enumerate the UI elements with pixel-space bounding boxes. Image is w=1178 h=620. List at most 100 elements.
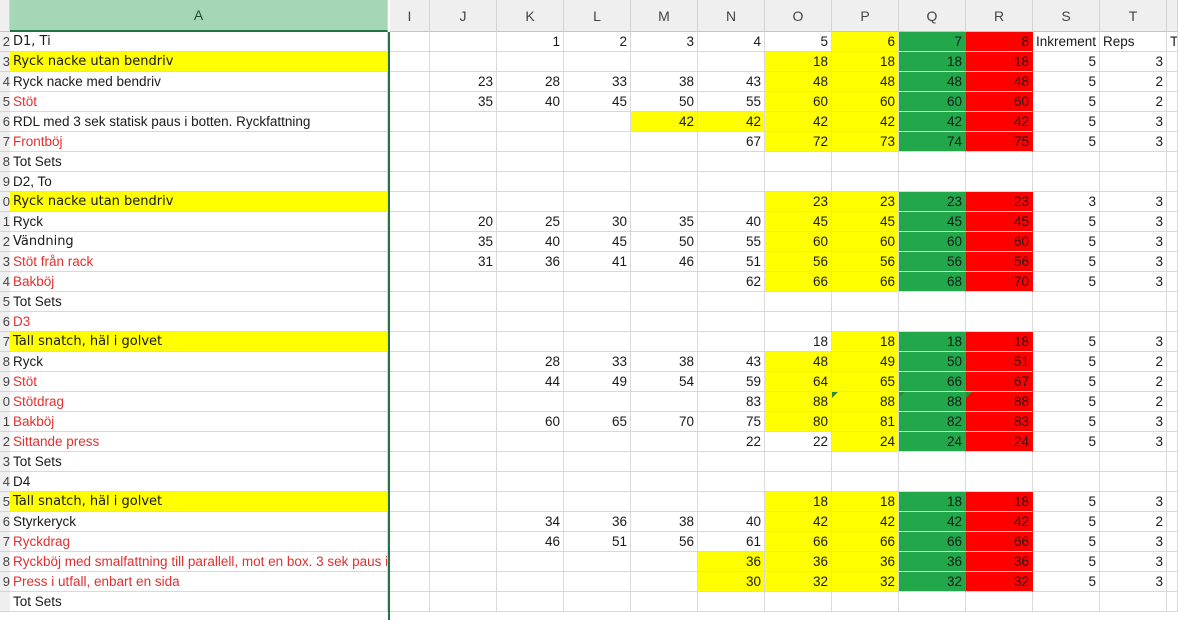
grid-cell-l[interactable] bbox=[564, 152, 631, 172]
grid-cell-r[interactable]: 70 bbox=[966, 272, 1033, 292]
grid-cell-j[interactable] bbox=[430, 352, 497, 372]
grid-cell-r[interactable]: 32 bbox=[966, 572, 1033, 592]
grid-cell-r[interactable] bbox=[966, 292, 1033, 312]
grid-cell-m[interactable] bbox=[631, 472, 698, 492]
grid-cell-l[interactable] bbox=[564, 52, 631, 72]
row-header[interactable]: 2 bbox=[0, 232, 10, 252]
grid-cell-m[interactable]: 35 bbox=[631, 212, 698, 232]
column-header-n[interactable]: N bbox=[698, 0, 765, 32]
grid-cell-o[interactable] bbox=[765, 292, 832, 312]
grid-cell-i[interactable] bbox=[390, 312, 430, 332]
grid-cell-i[interactable] bbox=[390, 172, 430, 192]
grid-cell-q[interactable]: 60 bbox=[899, 232, 966, 252]
grid-cell-o[interactable]: 45 bbox=[765, 212, 832, 232]
grid-cell-i[interactable] bbox=[390, 452, 430, 472]
grid-cell-k[interactable] bbox=[497, 592, 564, 612]
row-header[interactable]: 8 bbox=[0, 152, 10, 172]
grid-cell-o[interactable]: 60 bbox=[765, 92, 832, 112]
grid-cell-u[interactable] bbox=[1167, 172, 1178, 192]
grid-cell-p[interactable]: 56 bbox=[832, 252, 899, 272]
grid-cell-r[interactable]: 88 bbox=[966, 392, 1033, 412]
exercise-name-cell[interactable]: Vändning bbox=[10, 232, 388, 252]
grid-cell-q[interactable] bbox=[899, 452, 966, 472]
grid-cell-s[interactable]: 5 bbox=[1033, 212, 1100, 232]
grid-cell-p[interactable]: 36 bbox=[832, 552, 899, 572]
grid-cell-l[interactable] bbox=[564, 172, 631, 192]
grid-cell-m[interactable] bbox=[631, 492, 698, 512]
grid-cell-u[interactable] bbox=[1167, 132, 1178, 152]
grid-cell-l[interactable] bbox=[564, 112, 631, 132]
grid-cell-u[interactable] bbox=[1167, 392, 1178, 412]
grid-cell-l[interactable]: 45 bbox=[564, 92, 631, 112]
grid-cell-n[interactable]: 43 bbox=[698, 352, 765, 372]
grid-cell-k[interactable] bbox=[497, 272, 564, 292]
grid-cell-t[interactable]: 3 bbox=[1100, 212, 1167, 232]
grid-cell-q[interactable] bbox=[899, 312, 966, 332]
grid-cell-k[interactable] bbox=[497, 552, 564, 572]
grid-cell-l[interactable] bbox=[564, 592, 631, 612]
grid-cell-u[interactable] bbox=[1167, 272, 1178, 292]
grid-cell-r[interactable]: 42 bbox=[966, 512, 1033, 532]
grid-cell-s[interactable]: 5 bbox=[1033, 392, 1100, 412]
select-all-corner[interactable] bbox=[0, 0, 10, 32]
grid-cell-i[interactable] bbox=[390, 112, 430, 132]
column-header-l[interactable]: L bbox=[564, 0, 631, 32]
grid-cell-o[interactable]: 18 bbox=[765, 492, 832, 512]
grid-cell-o[interactable]: 22 bbox=[765, 432, 832, 452]
grid-cell-l[interactable] bbox=[564, 332, 631, 352]
exercise-name-cell[interactable]: Tot Sets bbox=[10, 592, 388, 612]
grid-cell-l[interactable] bbox=[564, 292, 631, 312]
row-header[interactable]: 5 bbox=[0, 292, 10, 312]
grid-cell-m[interactable] bbox=[631, 312, 698, 332]
column-header-m[interactable]: M bbox=[631, 0, 698, 32]
grid-cell-l[interactable] bbox=[564, 452, 631, 472]
grid-cell-l[interactable]: 49 bbox=[564, 372, 631, 392]
grid-cell-i[interactable] bbox=[390, 352, 430, 372]
grid-cell-s[interactable] bbox=[1033, 292, 1100, 312]
grid-cell-k[interactable]: 1 bbox=[497, 32, 564, 52]
grid-cell-l[interactable]: 33 bbox=[564, 72, 631, 92]
grid-cell-o[interactable]: 36 bbox=[765, 552, 832, 572]
row-header[interactable]: 3 bbox=[0, 452, 10, 472]
exercise-name-cell[interactable]: Ryck nacke utan bendriv bbox=[10, 192, 388, 212]
grid-cell-i[interactable] bbox=[390, 392, 430, 412]
grid-cell-n[interactable]: 22 bbox=[698, 432, 765, 452]
grid-cell-s[interactable] bbox=[1033, 312, 1100, 332]
column-header-s[interactable]: S bbox=[1033, 0, 1100, 32]
exercise-name-cell[interactable]: Press i utfall, enbart en sida bbox=[10, 572, 388, 592]
grid-cell-m[interactable]: 70 bbox=[631, 412, 698, 432]
grid-cell-l[interactable] bbox=[564, 492, 631, 512]
spreadsheet-grid[interactable]: A I J K L M N O P Q R S T 2 D1, Ti 1 2 3 4 5 6 7 8 Inkrement Rep… bbox=[0, 0, 1178, 620]
grid-cell-p[interactable]: 18 bbox=[832, 52, 899, 72]
grid-cell-q[interactable] bbox=[899, 152, 966, 172]
grid-cell-s[interactable]: 5 bbox=[1033, 252, 1100, 272]
row-header[interactable]: 2 bbox=[0, 432, 10, 452]
exercise-name-cell[interactable]: RDL med 3 sek statisk paus i botten. Ryc… bbox=[10, 112, 388, 132]
grid-cell-i[interactable] bbox=[390, 332, 430, 352]
grid-cell-t[interactable]: 2 bbox=[1100, 372, 1167, 392]
grid-cell-k[interactable]: 40 bbox=[497, 92, 564, 112]
grid-cell-n[interactable]: 59 bbox=[698, 372, 765, 392]
grid-cell-o[interactable]: 42 bbox=[765, 112, 832, 132]
row-header[interactable]: 4 bbox=[0, 72, 10, 92]
grid-cell-r[interactable] bbox=[966, 452, 1033, 472]
grid-cell-i[interactable] bbox=[390, 512, 430, 532]
grid-cell-u[interactable] bbox=[1167, 212, 1178, 232]
grid-cell-k[interactable]: 28 bbox=[497, 72, 564, 92]
grid-cell-k[interactable] bbox=[497, 152, 564, 172]
grid-cell-q[interactable]: 18 bbox=[899, 52, 966, 72]
grid-cell-k[interactable]: 60 bbox=[497, 412, 564, 432]
grid-cell-k[interactable]: 46 bbox=[497, 532, 564, 552]
grid-cell-k[interactable] bbox=[497, 172, 564, 192]
grid-cell-m[interactable] bbox=[631, 172, 698, 192]
grid-cell-r[interactable]: 23 bbox=[966, 192, 1033, 212]
grid-cell-s[interactable] bbox=[1033, 472, 1100, 492]
row-header[interactable]: 8 bbox=[0, 552, 10, 572]
grid-cell-s[interactable]: 5 bbox=[1033, 112, 1100, 132]
grid-cell-q[interactable]: 24 bbox=[899, 432, 966, 452]
column-header-q[interactable]: Q bbox=[899, 0, 966, 32]
grid-cell-o[interactable] bbox=[765, 592, 832, 612]
grid-cell-j[interactable] bbox=[430, 372, 497, 392]
grid-cell-s[interactable] bbox=[1033, 152, 1100, 172]
grid-cell-r[interactable]: 24 bbox=[966, 432, 1033, 452]
